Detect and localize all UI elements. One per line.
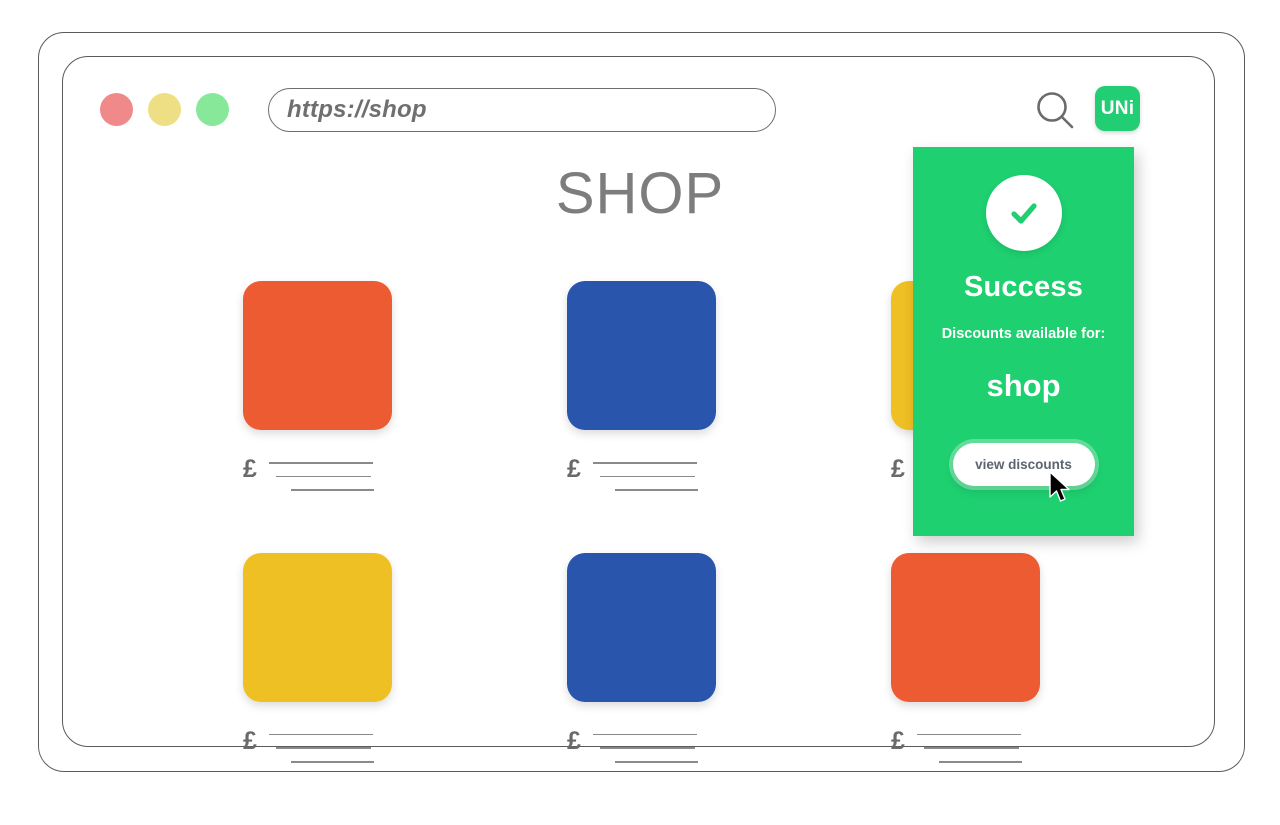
success-heading: Success xyxy=(963,271,1084,303)
currency-symbol: £ xyxy=(891,455,905,483)
price-placeholder-lines xyxy=(268,727,374,763)
product-price: £ xyxy=(243,455,392,491)
view-discounts-button[interactable]: view discounts xyxy=(952,443,1095,486)
placeholder-line xyxy=(938,760,1022,763)
success-card: Success Discounts available for: shop vi… xyxy=(913,147,1134,536)
minimize-dot[interactable] xyxy=(148,93,181,126)
price-placeholder-lines xyxy=(268,455,374,491)
price-placeholder-lines xyxy=(592,455,698,491)
price-placeholder-lines xyxy=(916,727,1022,763)
success-subtitle: Discounts available for: xyxy=(941,326,1106,342)
placeholder-line xyxy=(916,733,1021,736)
product-row: £ £ £ xyxy=(243,552,1040,763)
product-image[interactable] xyxy=(567,281,716,430)
placeholder-line xyxy=(614,489,698,491)
product-card[interactable]: £ xyxy=(243,552,392,763)
window-controls xyxy=(100,93,229,126)
price-placeholder-lines xyxy=(592,727,698,763)
placeholder-line xyxy=(268,462,373,464)
product-card[interactable]: £ xyxy=(567,552,716,763)
screenshot-stage: https://shop UNi SHOP £ £ £ £ £ £ Succes… xyxy=(0,0,1280,800)
success-domain: shop xyxy=(986,368,1061,403)
product-price: £ xyxy=(243,727,392,763)
product-image[interactable] xyxy=(567,552,716,702)
url-bar[interactable]: https://shop xyxy=(268,88,776,132)
product-price: £ xyxy=(567,455,716,491)
maximize-dot[interactable] xyxy=(196,93,229,126)
placeholder-line xyxy=(592,462,697,464)
currency-symbol: £ xyxy=(567,726,581,755)
product-image[interactable] xyxy=(243,281,392,430)
placeholder-line xyxy=(614,760,698,763)
currency-symbol: £ xyxy=(243,455,257,483)
placeholder-line xyxy=(599,475,695,478)
currency-symbol: £ xyxy=(891,726,905,755)
url-input[interactable]: https://shop xyxy=(287,96,427,124)
placeholder-line xyxy=(275,475,371,478)
placeholder-line xyxy=(592,733,697,736)
product-card[interactable]: £ xyxy=(891,552,1040,763)
extension-badge-label: UNi xyxy=(1100,97,1135,119)
product-card[interactable]: £ xyxy=(243,281,392,491)
currency-symbol: £ xyxy=(567,455,581,483)
placeholder-line xyxy=(268,733,373,736)
search-icon[interactable] xyxy=(1032,88,1078,134)
product-image[interactable] xyxy=(243,552,392,702)
product-price: £ xyxy=(891,727,1040,763)
placeholder-line xyxy=(599,747,695,749)
product-price: £ xyxy=(567,727,716,763)
extension-badge-uni[interactable]: UNi xyxy=(1095,86,1140,131)
check-circle-icon xyxy=(985,175,1062,251)
placeholder-line xyxy=(923,747,1019,749)
placeholder-line xyxy=(275,747,371,749)
close-dot[interactable] xyxy=(100,93,133,126)
placeholder-line xyxy=(290,760,374,763)
product-image[interactable] xyxy=(891,552,1040,702)
product-card[interactable]: £ xyxy=(567,281,716,491)
currency-symbol: £ xyxy=(243,726,257,755)
placeholder-line xyxy=(290,489,374,491)
